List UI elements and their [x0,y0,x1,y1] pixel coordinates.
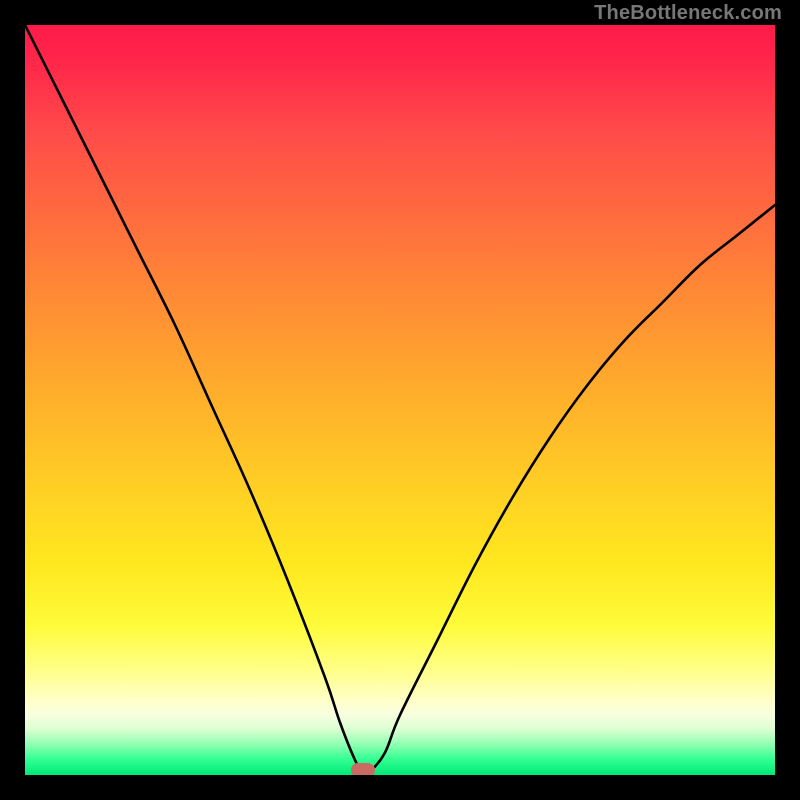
bottleneck-curve [25,25,775,775]
optimal-marker [351,763,375,775]
chart-frame: TheBottleneck.com [0,0,800,800]
plot-area [25,25,775,775]
watermark-text: TheBottleneck.com [594,2,782,25]
